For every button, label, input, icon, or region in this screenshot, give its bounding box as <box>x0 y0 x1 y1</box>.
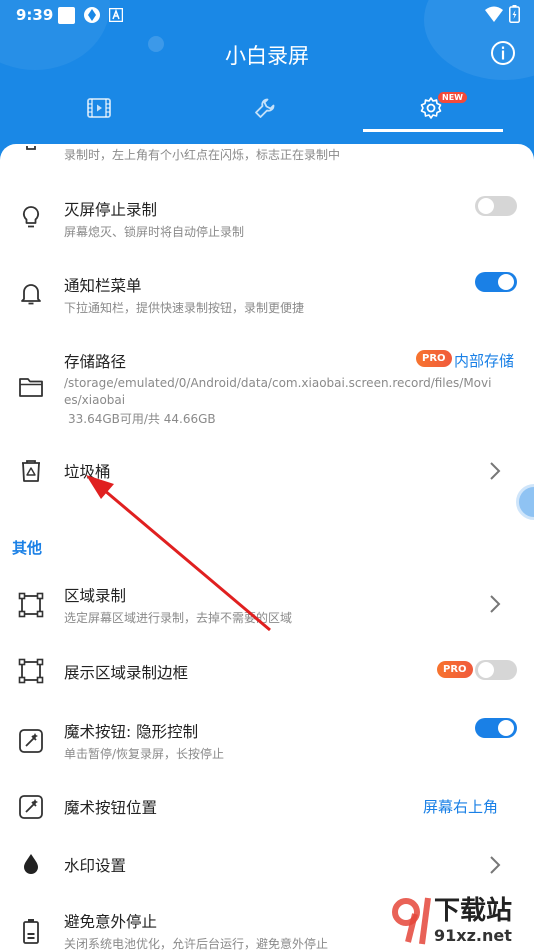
magic-wand-icon <box>19 729 43 753</box>
tab-video[interactable] <box>34 88 164 128</box>
magic-button-title: 魔术按钮: 隐形控制 <box>64 723 199 741</box>
bell-icon <box>21 284 41 305</box>
chevron-right-icon <box>490 462 501 480</box>
app-header: 9:39 小白录屏 NEW <box>0 0 534 150</box>
watermark-main: 下载站 <box>434 896 513 926</box>
screen-off-title: 灭屏停止录制 <box>64 201 158 219</box>
region-border-toggle[interactable] <box>475 660 517 680</box>
wifi-icon <box>485 6 503 22</box>
record-dot-sub: 录制时，左上角有个小红点在闪烁，标志正在录制中 <box>64 148 341 162</box>
notification-sub: 下拉通知栏，提供快速录制按钮，录制更便捷 <box>64 301 305 315</box>
magic-position-value[interactable]: 屏幕右上角 <box>423 796 498 817</box>
avoid-stop-title: 避免意外停止 <box>64 913 158 931</box>
a-box-icon <box>109 8 123 22</box>
record-dot-row[interactable]: 录制时，左上角有个小红点在闪烁，标志正在录制中 <box>0 144 534 166</box>
magic-button-sub: 单击暂停/恢复录屏，长按停止 <box>64 747 225 761</box>
image-icon <box>58 6 75 24</box>
status-time: 9:39 <box>16 6 54 24</box>
folder-icon <box>19 378 43 397</box>
watermark-title: 水印设置 <box>64 857 127 875</box>
storage-path-row[interactable]: 存储路径 PRO 内部存储 /storage/emulated/0/Androi… <box>0 344 534 434</box>
region-border-title: 展示区域录制边框 <box>64 664 189 682</box>
region-border-pro-badge: PRO <box>437 661 473 678</box>
magic-position-row[interactable]: 魔术按钮位置 屏幕右上角 <box>0 790 534 830</box>
avoid-stop-sub: 关闭系统电池优化，允许后台运行，避免意外停止 <box>64 937 329 950</box>
tab-tools[interactable] <box>200 88 330 128</box>
trash-row[interactable]: 垃圾桶 <box>0 449 534 493</box>
trash-title: 垃圾桶 <box>64 463 111 481</box>
storage-path: /storage/emulated/0/Android/data/com.xia… <box>64 376 492 407</box>
watermark-url: 91xz.net <box>434 926 512 945</box>
region-record-row[interactable]: 区域录制 选定屏幕区域进行录制，去掉不需要的区域 <box>0 576 534 634</box>
settings-sheet: 录制时，左上角有个小红点在闪烁，标志正在录制中 灭屏停止录制 屏幕熄灭、锁屏时将… <box>0 144 534 950</box>
magic-wand-icon <box>19 795 43 819</box>
magic-button-row[interactable]: 魔术按钮: 隐形控制 单击暂停/恢复录屏，长按停止 <box>0 714 534 772</box>
screen-off-stop-row[interactable]: 灭屏停止录制 屏幕熄灭、锁屏时将自动停止录制 <box>0 188 534 248</box>
region-frame-icon <box>18 592 44 618</box>
storage-space: 33.64GB可用/共 44.66GB <box>68 412 216 426</box>
screen-off-sub: 屏幕熄灭、锁屏时将自动停止录制 <box>64 225 245 239</box>
site-watermark: 下载站 91xz.net <box>388 890 534 950</box>
storage-value[interactable]: 内部存储 <box>454 350 514 371</box>
region-record-title: 区域录制 <box>64 587 127 605</box>
region-border-row[interactable]: 展示区域录制边框 PRO <box>0 652 534 696</box>
notification-toggle[interactable] <box>475 272 517 292</box>
storage-title: 存储路径 <box>64 353 127 371</box>
magic-button-toggle[interactable] <box>475 718 517 738</box>
app-title: 小白录屏 <box>225 44 309 68</box>
watermark-row[interactable]: 水印设置 <box>0 848 534 888</box>
region-record-sub: 选定屏幕区域进行录制，去掉不需要的区域 <box>64 611 293 625</box>
screen-off-toggle[interactable] <box>475 196 517 216</box>
video-film-icon <box>87 98 111 118</box>
status-bar: 9:39 <box>0 0 534 30</box>
trash-icon <box>22 460 40 482</box>
notification-title: 通知栏菜单 <box>64 277 142 295</box>
info-icon[interactable] <box>490 40 516 66</box>
chevron-right-icon <box>490 856 501 874</box>
battery-icon <box>23 919 39 944</box>
region-frame-icon <box>18 658 44 684</box>
drop-icon <box>24 854 38 874</box>
tab-indicator <box>363 129 503 132</box>
aperture-icon <box>84 7 100 23</box>
chevron-right-icon <box>490 595 501 613</box>
magic-position-title: 魔术按钮位置 <box>64 799 158 817</box>
section-label-others: 其他 <box>12 539 43 557</box>
notification-menu-row[interactable]: 通知栏菜单 下拉通知栏，提供快速录制按钮，录制更便捷 <box>0 264 534 324</box>
new-badge: NEW <box>438 92 467 103</box>
storage-pro-badge: PRO <box>416 350 452 367</box>
tab-settings[interactable]: NEW <box>366 88 496 128</box>
battery-icon <box>509 5 520 23</box>
wrench-icon <box>255 98 275 118</box>
bulb-icon <box>26 146 36 150</box>
bulb-icon <box>22 206 40 228</box>
